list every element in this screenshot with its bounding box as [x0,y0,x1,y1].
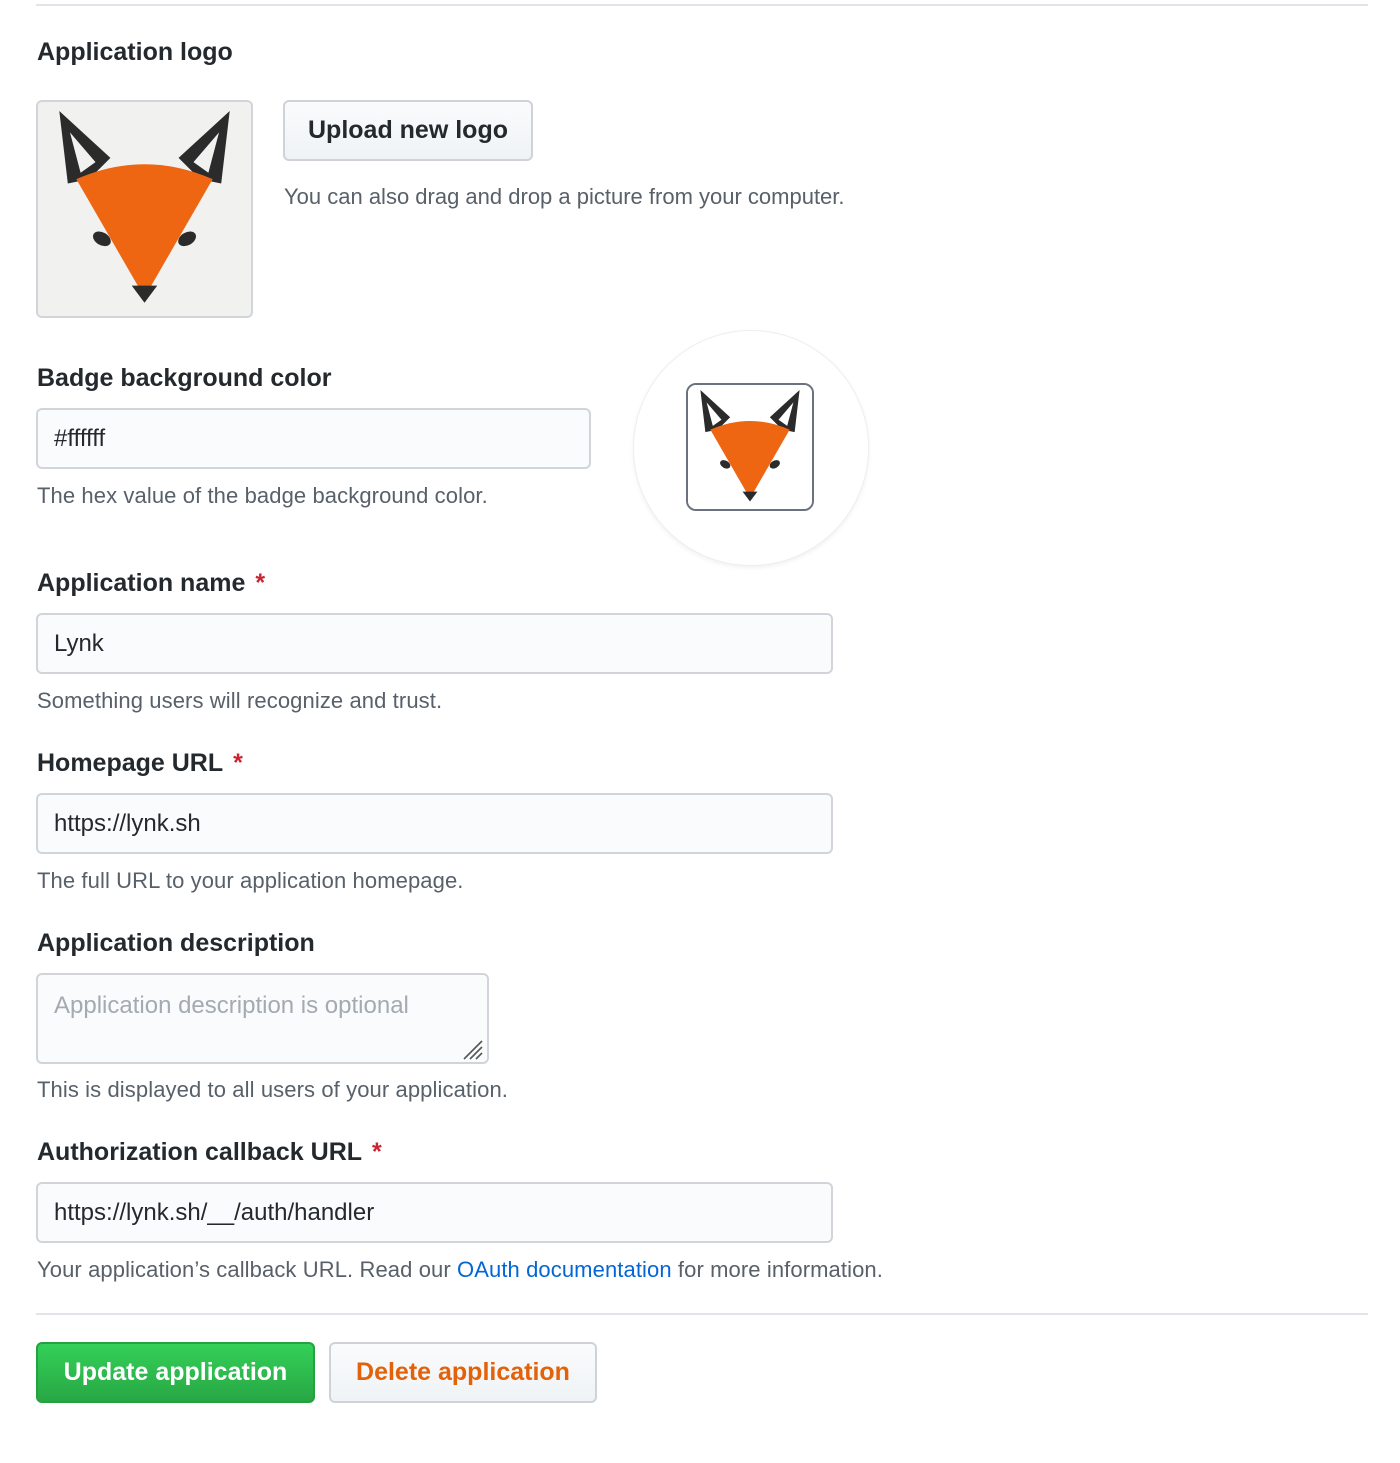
authorization-callback-url-label: Authorization callback URL * [37,1138,382,1167]
homepage-url-note: The full URL to your application homepag… [37,868,464,893]
fox-logo-icon [688,385,812,509]
badge-background-color-input[interactable] [36,408,591,469]
application-name-label-text: Application name [37,569,246,597]
authorization-callback-url-input[interactable] [36,1182,833,1243]
resize-handle-icon[interactable] [460,1037,484,1061]
application-name-note: Something users will recognize and trust… [37,688,443,713]
application-name-input[interactable] [36,613,833,674]
upload-new-logo-button[interactable]: Upload new logo [283,100,533,161]
oauth-documentation-link[interactable]: OAuth documentation [457,1257,672,1282]
callback-note-prefix: Your application’s callback URL. Read ou… [37,1257,457,1282]
callback-note-suffix: for more information. [671,1257,883,1282]
update-application-button[interactable]: Update application [36,1342,315,1403]
bottom-divider [36,1313,1368,1315]
application-description-label: Application description [37,929,315,957]
application-description-textarea[interactable] [36,973,489,1064]
required-asterisk: * [372,1138,382,1166]
application-description-note: This is displayed to all users of your a… [37,1077,508,1102]
badge-preview [634,331,868,565]
badge-preview-logo [686,383,814,511]
application-logo-image[interactable] [36,100,253,318]
application-name-label: Application name * [37,569,265,598]
required-asterisk: * [255,569,266,597]
oauth-app-settings-form: Application logo Upload new logo You can… [0,0,1400,1463]
drag-drop-note: You can also drag and drop a picture fro… [284,184,845,209]
application-logo-heading: Application logo [37,38,233,66]
authorization-callback-url-label-text: Authorization callback URL [37,1138,363,1166]
delete-application-button[interactable]: Delete application [329,1342,597,1403]
homepage-url-label-text: Homepage URL [37,749,224,777]
callback-url-note: Your application’s callback URL. Read ou… [37,1257,883,1283]
required-asterisk: * [233,749,243,777]
homepage-url-label: Homepage URL * [37,749,243,778]
fox-logo-icon [38,102,251,316]
badge-background-color-label: Badge background color [37,364,332,392]
top-divider [36,4,1368,6]
homepage-url-input[interactable] [36,793,833,854]
badge-color-note: The hex value of the badge background co… [37,483,488,508]
